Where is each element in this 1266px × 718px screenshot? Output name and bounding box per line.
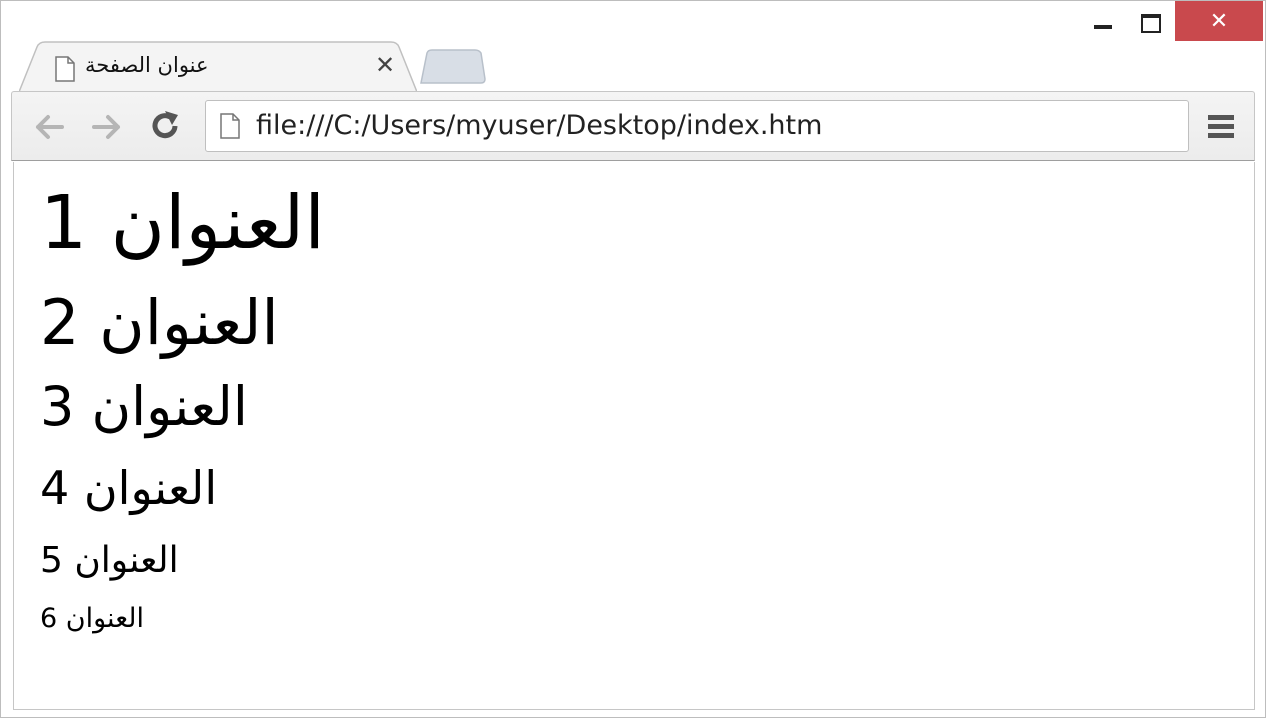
tab-active[interactable]: عنوان الصفحة ✕ bbox=[19, 41, 417, 93]
tab-shape bbox=[19, 41, 417, 93]
window-controls: ✕ bbox=[1079, 1, 1265, 43]
maximize-button[interactable] bbox=[1127, 1, 1175, 41]
minimize-button[interactable] bbox=[1079, 1, 1127, 41]
page-content: العنوان 1 العنوان 2 العنوان 3 العنوان 4 … bbox=[13, 162, 1255, 710]
window-close-button[interactable]: ✕ bbox=[1175, 1, 1263, 41]
minimize-icon bbox=[1094, 25, 1112, 29]
heading-1: العنوان 1 bbox=[40, 180, 325, 266]
tab-title: عنوان الصفحة bbox=[85, 53, 209, 77]
browser-toolbar: file:///C:/Users/myuser/Desktop/index.ht… bbox=[11, 91, 1255, 161]
hamburger-menu-icon[interactable] bbox=[1208, 114, 1234, 140]
heading-4: العنوان 4 bbox=[40, 461, 218, 515]
browser-window: ✕ عنوان الصفحة ✕ file:///C:/Users/myuser… bbox=[0, 0, 1266, 718]
reload-icon[interactable] bbox=[148, 109, 182, 143]
url-text[interactable]: file:///C:/Users/myuser/Desktop/index.ht… bbox=[256, 110, 822, 141]
window-close-icon: ✕ bbox=[1209, 9, 1229, 34]
back-arrow-icon[interactable] bbox=[32, 112, 66, 142]
tab-close-icon[interactable]: ✕ bbox=[375, 51, 395, 79]
forward-arrow-icon[interactable] bbox=[90, 112, 124, 142]
heading-6: العنوان 6 bbox=[40, 603, 144, 634]
page-icon bbox=[220, 113, 240, 139]
maximize-icon bbox=[1141, 14, 1161, 33]
address-bar[interactable]: file:///C:/Users/myuser/Desktop/index.ht… bbox=[205, 100, 1189, 152]
new-tab-button[interactable] bbox=[419, 49, 487, 85]
heading-2: العنوان 2 bbox=[40, 286, 279, 359]
heading-5: العنوان 5 bbox=[40, 540, 179, 581]
heading-3: العنوان 3 bbox=[40, 375, 248, 438]
page-icon bbox=[55, 56, 75, 82]
